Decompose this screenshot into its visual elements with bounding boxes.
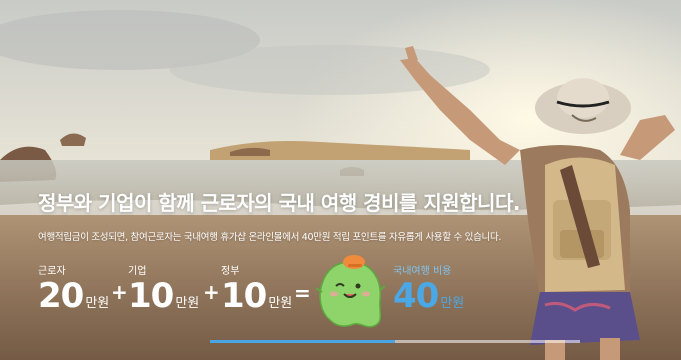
term-label: 정부 [221, 266, 240, 277]
slide-progress-bar[interactable] [210, 340, 580, 343]
plus-sign: + [111, 280, 128, 304]
term-unit: 만원 [175, 296, 200, 311]
term-unit: 만원 [268, 296, 293, 311]
term-number: 10 [221, 276, 267, 316]
green-ghost-mascot-icon [314, 252, 386, 330]
banner-subline: 여행적립금이 조성되면, 참여근로자는 국내여행 휴가샵 온라인몰에서 40만원… [38, 232, 502, 243]
term-unit: 만원 [85, 296, 110, 311]
term-value: 20 만원 [38, 276, 109, 316]
hero-banner: 정부와 기업이 함께 근로자의 국내 여행 경비를 지원합니다. 여행적립금이 … [0, 0, 681, 360]
term-value: 10 만원 [221, 276, 292, 316]
equals-sign: = [294, 281, 311, 305]
plus-sign: + [203, 280, 220, 304]
result-value: 40 만원 [393, 276, 464, 316]
result-unit: 만원 [440, 296, 465, 311]
term-number: 10 [128, 276, 174, 316]
result-number: 40 [393, 276, 439, 316]
banner-content: 정부와 기업이 함께 근로자의 국내 여행 경비를 지원합니다. 여행적립금이 … [0, 0, 681, 360]
term-value: 10 만원 [128, 276, 199, 316]
term-number: 20 [38, 276, 84, 316]
slide-progress-fill [210, 340, 395, 343]
banner-headline: 정부와 기업이 함께 근로자의 국내 여행 경비를 지원합니다. [38, 191, 520, 215]
term-label: 기업 [128, 266, 147, 277]
result-label: 국내여행 비용 [393, 266, 452, 277]
term-label: 근로자 [38, 266, 66, 277]
